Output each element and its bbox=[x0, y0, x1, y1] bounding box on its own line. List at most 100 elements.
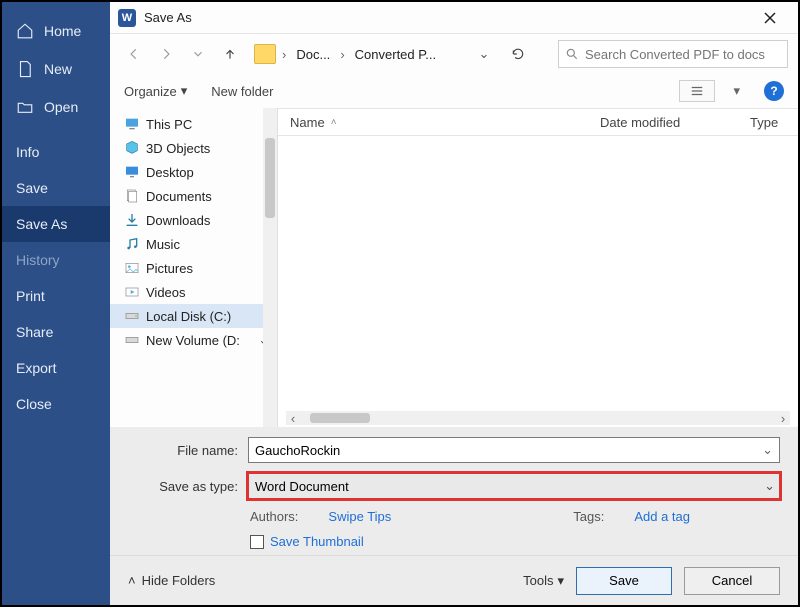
hide-folders-label: Hide Folders bbox=[142, 573, 216, 588]
horizontal-scrollbar[interactable]: ‹ › bbox=[286, 411, 790, 425]
scroll-right-icon[interactable]: › bbox=[776, 411, 790, 425]
tools-label: Tools bbox=[523, 573, 553, 588]
tree-item-label: Downloads bbox=[146, 213, 210, 228]
save-form: File name: ⌄ Save as type: Word Document… bbox=[110, 427, 798, 555]
pc-icon bbox=[124, 116, 140, 132]
sidebar-item-print[interactable]: Print bbox=[2, 278, 110, 314]
tree-item-pictures[interactable]: Pictures bbox=[110, 256, 277, 280]
breadcrumb-segment[interactable]: Doc... bbox=[292, 47, 334, 62]
column-headers: Name ˄ Date modified Type bbox=[278, 108, 798, 136]
search-field[interactable] bbox=[585, 47, 781, 62]
sidebar-item-label: Save As bbox=[16, 216, 67, 232]
sidebar-item-label: Save bbox=[16, 180, 48, 196]
chevron-down-icon[interactable]: ▾ bbox=[733, 83, 740, 99]
disk-icon bbox=[124, 308, 140, 324]
sidebar-item-export[interactable]: Export bbox=[2, 350, 110, 386]
authors-value[interactable]: Swipe Tips bbox=[328, 509, 391, 524]
cancel-button[interactable]: Cancel bbox=[684, 567, 780, 595]
nav-back-button[interactable] bbox=[120, 40, 148, 68]
save-as-dialog: W Save As › Doc... › Converted P... ⌄ bbox=[110, 2, 798, 605]
tree-item-desktop[interactable]: Desktop bbox=[110, 160, 277, 184]
tree-item-videos[interactable]: Videos bbox=[110, 280, 277, 304]
chevron-down-icon[interactable] bbox=[184, 40, 212, 68]
nav-forward-button[interactable] bbox=[152, 40, 180, 68]
column-header-name[interactable]: Name ˄ bbox=[278, 115, 588, 130]
music-icon bbox=[124, 236, 140, 252]
column-header-type[interactable]: Type bbox=[738, 115, 798, 130]
tree-item-label: This PC bbox=[146, 117, 192, 132]
save-as-type-combobox[interactable]: Word Document ⌄ bbox=[248, 473, 780, 499]
sidebar-item-label: Open bbox=[44, 99, 78, 115]
tree-item-documents[interactable]: Documents bbox=[110, 184, 277, 208]
tree-item-label: New Volume (D: bbox=[146, 333, 240, 348]
organize-label: Organize bbox=[124, 84, 177, 99]
tree-scrollbar[interactable] bbox=[263, 108, 277, 427]
sidebar-item-label: Close bbox=[16, 396, 52, 412]
cube-icon bbox=[124, 140, 140, 156]
sidebar-item-label: Info bbox=[16, 144, 39, 160]
breadcrumb-dropdown[interactable]: ⌄ bbox=[474, 46, 494, 62]
sidebar-item-save[interactable]: Save bbox=[2, 170, 110, 206]
search-icon bbox=[565, 47, 579, 61]
tags-value[interactable]: Add a tag bbox=[634, 509, 690, 524]
sidebar-item-home[interactable]: Home bbox=[2, 12, 110, 50]
file-name-input[interactable] bbox=[255, 443, 762, 458]
folder-tree: This PC 3D Objects Desktop Documents bbox=[110, 108, 278, 427]
view-options-button[interactable] bbox=[679, 80, 715, 102]
tree-item-label: Pictures bbox=[146, 261, 193, 276]
new-folder-button[interactable]: New folder bbox=[211, 84, 273, 99]
organize-button[interactable]: Organize ▾ bbox=[124, 83, 187, 99]
refresh-button[interactable] bbox=[504, 40, 532, 68]
breadcrumb-segment[interactable]: Converted P... bbox=[351, 47, 440, 62]
tree-item-local-disk-c[interactable]: Local Disk (C:) bbox=[110, 304, 277, 328]
nav-row: › Doc... › Converted P... ⌄ bbox=[110, 34, 798, 74]
sidebar-item-label: New bbox=[44, 61, 72, 77]
tools-dropdown[interactable]: Tools ▾ bbox=[523, 573, 564, 589]
folder-icon bbox=[254, 44, 276, 64]
tree-item-downloads[interactable]: Downloads bbox=[110, 208, 277, 232]
save-as-type-value: Word Document bbox=[255, 479, 349, 494]
search-input[interactable] bbox=[558, 40, 788, 68]
hide-folders-button[interactable]: ˄ Hide Folders bbox=[128, 573, 215, 588]
sidebar-item-save-as[interactable]: Save As bbox=[2, 206, 110, 242]
chevron-down-icon[interactable]: ⌄ bbox=[762, 442, 773, 458]
chevron-up-icon: ˄ bbox=[128, 573, 136, 588]
file-list[interactable]: ‹ › bbox=[278, 136, 798, 427]
cancel-button-label: Cancel bbox=[712, 573, 752, 588]
sort-arrow-icon: ˄ bbox=[331, 117, 337, 128]
file-list-pane: Name ˄ Date modified Type ‹ › bbox=[278, 108, 798, 427]
scroll-left-icon[interactable]: ‹ bbox=[286, 411, 300, 425]
tree-item-label: Documents bbox=[146, 189, 212, 204]
save-button[interactable]: Save bbox=[576, 567, 672, 595]
close-button[interactable] bbox=[750, 2, 790, 34]
pictures-icon bbox=[124, 260, 140, 276]
tree-item-new-volume-d[interactable]: New Volume (D: ⌄ bbox=[110, 328, 277, 352]
sidebar-item-info[interactable]: Info bbox=[2, 134, 110, 170]
save-thumbnail-checkbox[interactable] bbox=[250, 535, 264, 549]
help-button[interactable]: ? bbox=[764, 81, 784, 101]
home-icon bbox=[16, 22, 34, 40]
sidebar-item-open[interactable]: Open bbox=[2, 88, 110, 126]
tree-item-label: Music bbox=[146, 237, 180, 252]
tree-item-this-pc[interactable]: This PC bbox=[110, 112, 277, 136]
tree-item-label: Local Disk (C:) bbox=[146, 309, 231, 324]
chevron-down-icon[interactable]: ⌄ bbox=[764, 478, 775, 494]
sidebar-item-history[interactable]: History bbox=[2, 242, 110, 278]
sidebar-item-close[interactable]: Close bbox=[2, 386, 110, 422]
desktop-icon bbox=[124, 164, 140, 180]
sidebar-item-share[interactable]: Share bbox=[2, 314, 110, 350]
dialog-footer: ˄ Hide Folders Tools ▾ Save Cancel bbox=[110, 555, 798, 605]
sidebar-item-label: Print bbox=[16, 288, 45, 304]
dialog-toolbar: Organize ▾ New folder ▾ ? bbox=[110, 74, 798, 108]
chevron-down-icon: ▾ bbox=[557, 573, 564, 589]
file-name-field[interactable]: ⌄ bbox=[248, 437, 780, 463]
nav-up-button[interactable] bbox=[216, 40, 244, 68]
file-icon bbox=[16, 60, 34, 78]
save-thumbnail-label[interactable]: Save Thumbnail bbox=[270, 534, 364, 549]
column-header-date[interactable]: Date modified bbox=[588, 115, 738, 130]
tree-item-label: Desktop bbox=[146, 165, 194, 180]
sidebar-item-new[interactable]: New bbox=[2, 50, 110, 88]
tree-item-music[interactable]: Music bbox=[110, 232, 277, 256]
tree-item-3d-objects[interactable]: 3D Objects bbox=[110, 136, 277, 160]
tree-item-label: Videos bbox=[146, 285, 186, 300]
